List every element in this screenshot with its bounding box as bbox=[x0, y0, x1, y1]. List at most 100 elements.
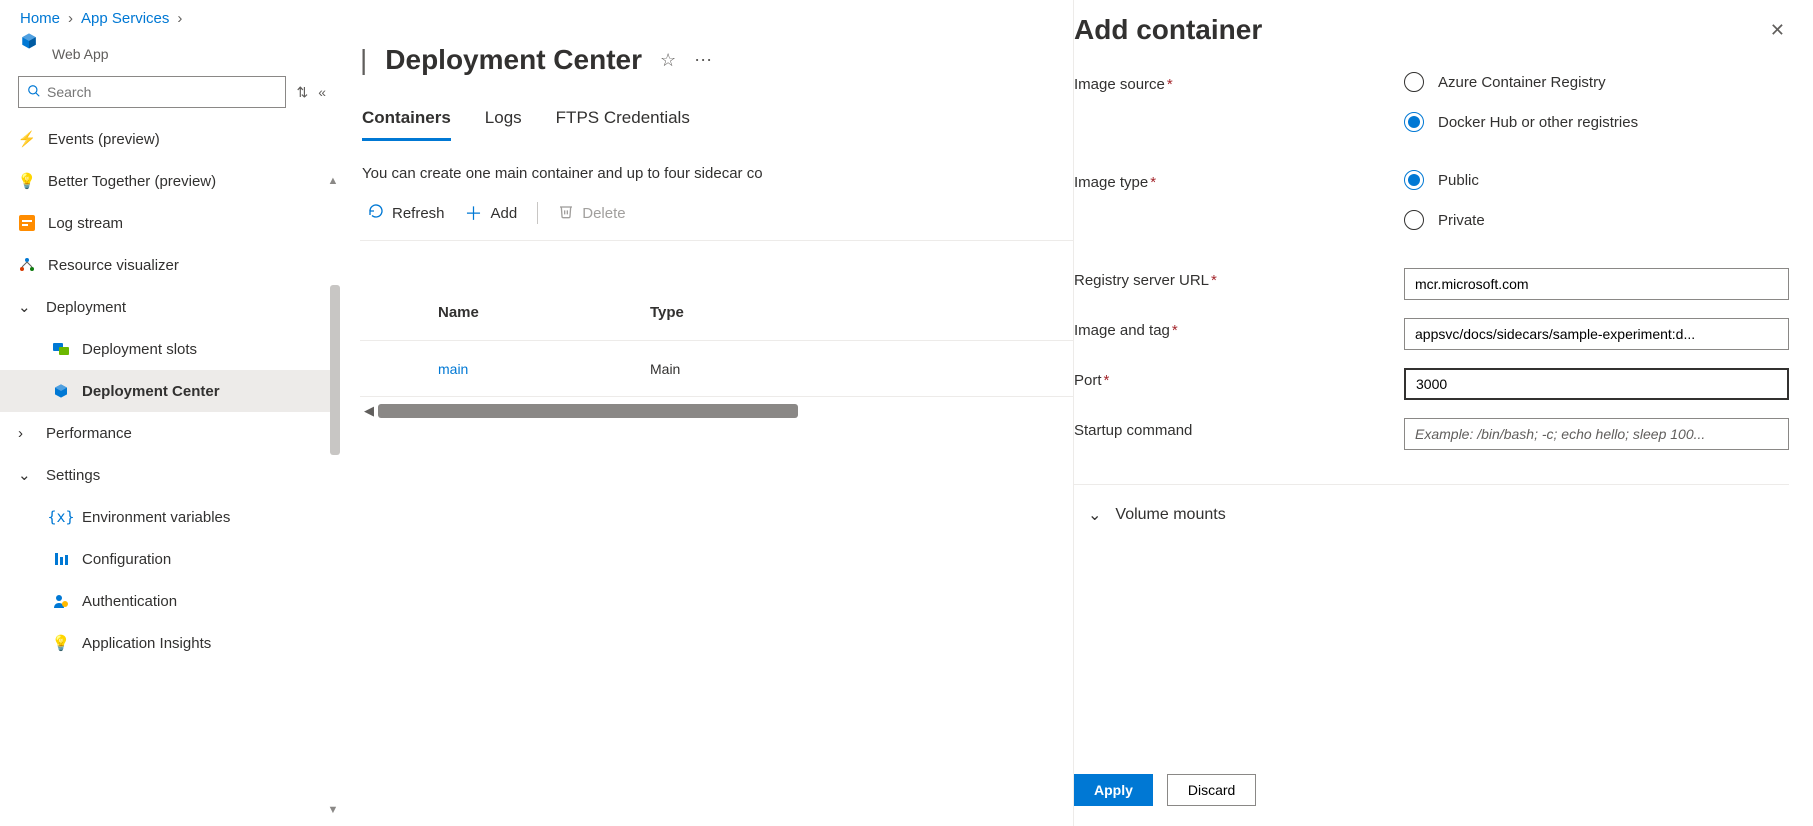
panel-footer: Apply Discard bbox=[1074, 762, 1813, 826]
search-field[interactable] bbox=[47, 84, 277, 100]
port-input[interactable] bbox=[1404, 368, 1789, 400]
radio-icon bbox=[1404, 170, 1424, 190]
sidebar-group-settings[interactable]: ⌄ Settings bbox=[0, 454, 340, 496]
sidebar-group-performance[interactable]: › Performance bbox=[0, 412, 340, 454]
sidebar-item-resource-visualizer[interactable]: Resource visualizer bbox=[0, 244, 340, 286]
registry-url-input[interactable] bbox=[1404, 268, 1789, 300]
deployment-center-icon bbox=[52, 382, 70, 400]
refresh-label: Refresh bbox=[392, 205, 445, 222]
col-header-name[interactable]: Name bbox=[360, 304, 650, 321]
tab-logs[interactable]: Logs bbox=[485, 108, 522, 141]
sidebar-item-label: Log stream bbox=[48, 215, 123, 232]
label-image-tag: Image and tag* bbox=[1074, 318, 1404, 350]
sidebar-group-label: Settings bbox=[46, 467, 100, 484]
delete-label: Delete bbox=[582, 205, 625, 222]
variables-icon: {x} bbox=[52, 508, 70, 526]
toolbar-separator bbox=[537, 202, 538, 224]
search-input[interactable] bbox=[18, 76, 286, 108]
row-type: Main bbox=[650, 361, 770, 377]
radio-icon bbox=[1404, 72, 1424, 92]
trash-icon bbox=[558, 203, 574, 223]
label-startup: Startup command bbox=[1074, 418, 1404, 450]
webapp-icon bbox=[20, 32, 38, 50]
chevron-right-icon: › bbox=[18, 425, 34, 442]
visualizer-icon bbox=[18, 256, 36, 274]
log-stream-icon bbox=[18, 214, 36, 232]
add-button[interactable]: ＋ Add bbox=[465, 200, 518, 226]
sidebar-item-env-vars[interactable]: {x} Environment variables bbox=[0, 496, 340, 538]
radio-private[interactable]: Private bbox=[1404, 210, 1789, 230]
delete-button[interactable]: Delete bbox=[558, 203, 625, 223]
label-image-type: Image type* bbox=[1074, 170, 1404, 250]
sidebar-item-label: Application Insights bbox=[82, 635, 211, 652]
authentication-icon bbox=[52, 592, 70, 610]
title-separator: | bbox=[360, 44, 367, 76]
sidebar-item-label: Environment variables bbox=[82, 509, 230, 526]
tab-containers[interactable]: Containers bbox=[362, 108, 451, 141]
sidebar-item-label: Better Together (preview) bbox=[48, 173, 216, 190]
volume-mounts-expander[interactable]: ⌄ Volume mounts bbox=[1074, 485, 1789, 545]
resource-header: Web App bbox=[0, 0, 340, 76]
radio-label: Azure Container Registry bbox=[1438, 74, 1606, 91]
chevron-down-icon: ⌄ bbox=[1088, 505, 1101, 525]
sidebar-item-label: Resource visualizer bbox=[48, 257, 179, 274]
label-registry-url: Registry server URL* bbox=[1074, 268, 1404, 300]
apply-button[interactable]: Apply bbox=[1074, 774, 1153, 806]
app-insights-icon: 💡 bbox=[52, 634, 70, 652]
sidebar-group-deployment[interactable]: ⌄ Deployment bbox=[0, 286, 340, 328]
sidebar-item-deployment-slots[interactable]: Deployment slots bbox=[0, 328, 340, 370]
add-label: Add bbox=[491, 205, 518, 222]
radio-label: Docker Hub or other registries bbox=[1438, 114, 1638, 131]
label-port: Port* bbox=[1074, 368, 1404, 400]
scroll-left-icon[interactable]: ◀ bbox=[360, 403, 378, 419]
sidebar-group-label: Deployment bbox=[46, 299, 126, 316]
refresh-button[interactable]: Refresh bbox=[368, 203, 445, 223]
radio-dockerhub[interactable]: Docker Hub or other registries bbox=[1404, 112, 1789, 132]
scrollbar-thumb[interactable] bbox=[330, 285, 340, 455]
radio-label: Public bbox=[1438, 172, 1479, 189]
scroll-down-icon[interactable]: ▼ bbox=[326, 804, 340, 818]
radio-public[interactable]: Public bbox=[1404, 170, 1789, 190]
refresh-icon bbox=[368, 203, 384, 223]
sidebar-item-authentication[interactable]: Authentication bbox=[0, 580, 340, 622]
more-icon[interactable]: ⋯ bbox=[694, 50, 712, 71]
sidebar-item-label: Deployment slots bbox=[82, 341, 197, 358]
label-image-source: Image source* bbox=[1074, 72, 1404, 152]
favorite-icon[interactable]: ☆ bbox=[660, 50, 676, 71]
panel-title: Add container bbox=[1074, 14, 1262, 46]
close-icon[interactable]: ✕ bbox=[1766, 16, 1789, 45]
row-name-link[interactable]: main bbox=[438, 361, 468, 377]
sidebar-nav: ⚡ Events (preview) 💡 Better Together (pr… bbox=[0, 116, 340, 664]
search-icon bbox=[27, 84, 41, 101]
startup-command-input[interactable] bbox=[1404, 418, 1789, 450]
sidebar-item-configuration[interactable]: Configuration bbox=[0, 538, 340, 580]
sidebar-item-events[interactable]: ⚡ Events (preview) bbox=[0, 118, 340, 160]
plus-icon: ＋ bbox=[465, 200, 483, 226]
sidebar: Web App ⇅ « ⚡ Events (preview) 💡 Better … bbox=[0, 0, 340, 826]
col-header-type[interactable]: Type bbox=[650, 304, 770, 321]
sidebar-item-label: Authentication bbox=[82, 593, 177, 610]
expander-label: Volume mounts bbox=[1115, 506, 1225, 524]
sidebar-item-better-together[interactable]: 💡 Better Together (preview) bbox=[0, 160, 340, 202]
sidebar-item-log-stream[interactable]: Log stream bbox=[0, 202, 340, 244]
lightbulb-icon: 💡 bbox=[18, 172, 36, 190]
sidebar-item-label: Deployment Center bbox=[82, 383, 220, 400]
resource-type-label: Web App bbox=[52, 46, 109, 62]
collapse-sidebar-icon[interactable]: « bbox=[318, 84, 326, 100]
radio-acr[interactable]: Azure Container Registry bbox=[1404, 72, 1789, 92]
scroll-up-icon[interactable]: ▲ bbox=[326, 175, 340, 189]
scrollbar-thumb[interactable] bbox=[378, 404, 798, 418]
sidebar-item-label: Events (preview) bbox=[48, 131, 160, 148]
image-tag-input[interactable] bbox=[1404, 318, 1789, 350]
radio-icon bbox=[1404, 210, 1424, 230]
chevron-down-icon: ⌄ bbox=[18, 466, 34, 484]
sidebar-item-app-insights[interactable]: 💡 Application Insights bbox=[0, 622, 340, 664]
discard-button[interactable]: Discard bbox=[1167, 774, 1256, 806]
radio-icon bbox=[1404, 112, 1424, 132]
sidebar-group-label: Performance bbox=[46, 425, 132, 442]
tab-ftps[interactable]: FTPS Credentials bbox=[556, 108, 690, 141]
sidebar-item-deployment-center[interactable]: Deployment Center bbox=[0, 370, 340, 412]
radio-label: Private bbox=[1438, 212, 1485, 229]
lightning-icon: ⚡ bbox=[18, 130, 36, 148]
sort-icon[interactable]: ⇅ bbox=[296, 84, 308, 101]
